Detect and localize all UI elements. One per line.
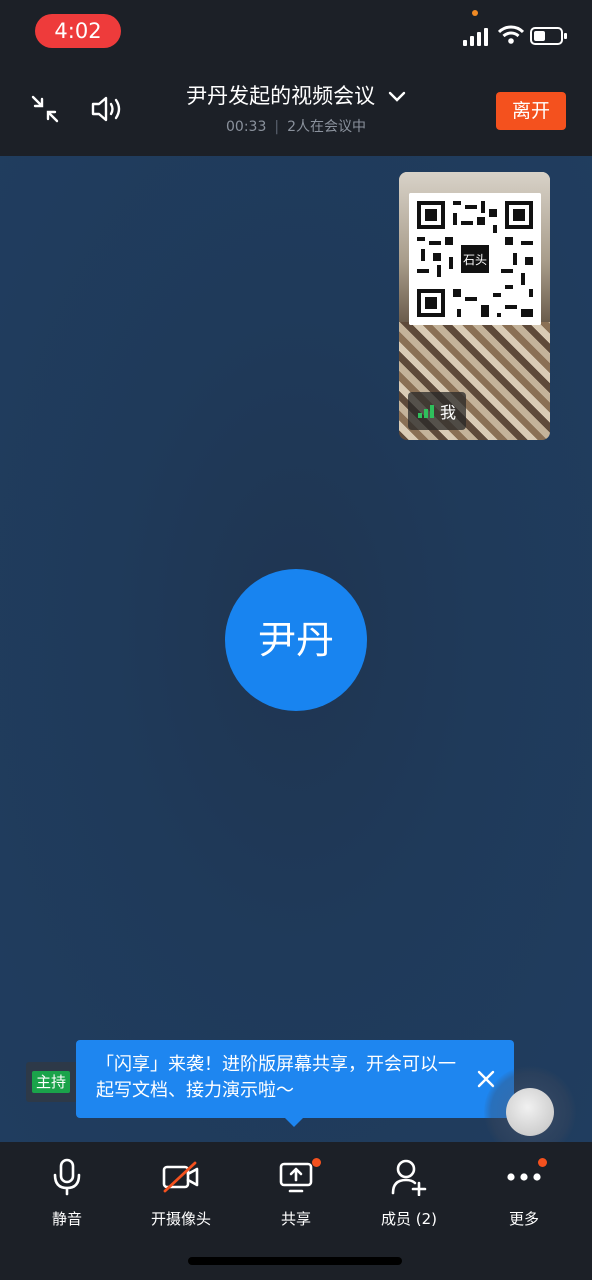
camera-label: 开摄像头: [150, 1210, 211, 1228]
meeting-title[interactable]: 尹丹发起的视频会议: [150, 80, 442, 110]
status-time: 4:02: [35, 14, 121, 48]
tip-pointer: [284, 1117, 304, 1127]
microphone-icon: [53, 1158, 81, 1196]
signal-strength-icon: [417, 405, 434, 418]
feature-tip-bubble[interactable]: 「闪享」来袭！进阶版屏幕共享，开会可以一起写文档、接力演示啦～: [76, 1040, 514, 1118]
share-notification-dot: [312, 1158, 321, 1167]
members-label: 成员 (2): [380, 1210, 438, 1228]
share-button[interactable]: 共享: [246, 1156, 346, 1236]
meeting-title-text: 尹丹发起的视频会议: [186, 84, 376, 108]
wifi-icon: [498, 25, 524, 44]
host-badge-label: 主持: [32, 1071, 71, 1093]
video-stage: 石头 我 尹丹 主持: [0, 156, 592, 1142]
meeting-toolbar: 静音 开摄像头 共享 成员 (2) 更多: [0, 1142, 592, 1280]
feature-tip-text: 「闪享」来袭！进阶版屏幕共享，开会可以一起写文档、接力演示啦～: [96, 1054, 456, 1101]
meeting-subtitle: 00:33 | 2人在会议中: [226, 119, 366, 135]
members-button[interactable]: 成员 (2): [359, 1156, 459, 1236]
camera-off-icon: [162, 1161, 199, 1193]
self-video-tile[interactable]: 石头 我: [399, 172, 550, 440]
add-member-icon: [391, 1159, 427, 1196]
screen-share-icon: [279, 1162, 313, 1193]
self-label: 我: [408, 392, 466, 430]
minimize-icon[interactable]: [28, 92, 62, 126]
share-label: 共享: [280, 1210, 311, 1228]
meeting-header: 尹丹发起的视频会议 00:33 | 2人在会议中 离开: [0, 62, 592, 156]
home-indicator: [188, 1257, 402, 1265]
more-notification-dot: [538, 1158, 547, 1167]
battery-icon: [530, 27, 567, 45]
meeting-duration: 00:33: [226, 119, 267, 135]
more-icon: [507, 1173, 541, 1181]
more-button[interactable]: 更多: [474, 1156, 574, 1236]
svg-text:石头: 石头: [463, 253, 487, 267]
cellular-signal-icon: [463, 28, 488, 46]
privacy-indicator-dot: [472, 10, 478, 16]
qr-code-image: 石头: [409, 193, 541, 325]
more-label: 更多: [508, 1210, 539, 1228]
participant-avatar[interactable]: 尹丹: [225, 569, 367, 711]
chevron-down-icon: [388, 91, 406, 102]
camera-button[interactable]: 开摄像头: [131, 1156, 231, 1236]
self-label-text: 我: [439, 403, 456, 422]
participant-count: 2人在会议中: [287, 119, 366, 135]
leave-button[interactable]: 离开: [496, 92, 566, 130]
mute-label: 静音: [51, 1210, 82, 1228]
mute-button[interactable]: 静音: [17, 1156, 117, 1236]
speaker-icon[interactable]: [88, 92, 128, 126]
assistive-touch-knob: [506, 1088, 554, 1136]
status-bar: 4:02: [0, 0, 592, 62]
